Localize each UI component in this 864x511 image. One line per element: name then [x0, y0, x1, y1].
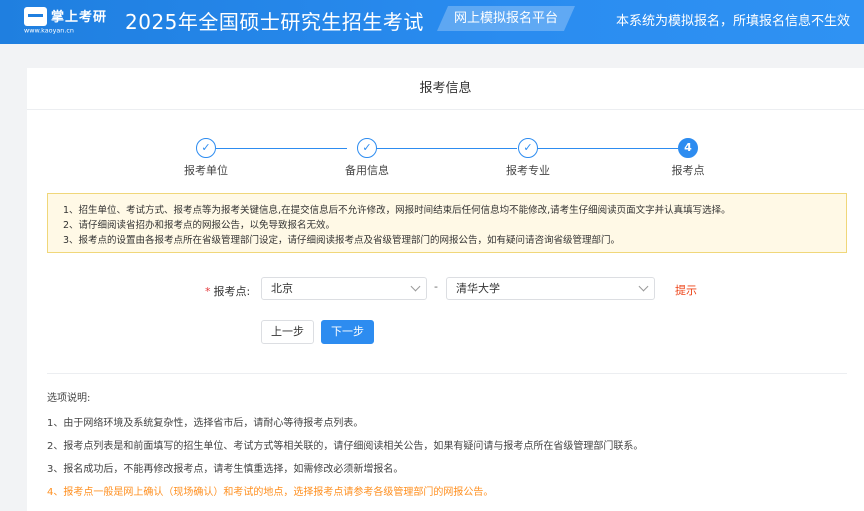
warning-line: 3、报考点的设置由各报考点所在省级管理部门设定，请仔细阅读报考点及省级管理部门的…	[63, 235, 621, 246]
simulation-notice: 本系统为模拟报名，所填报名信息不生效	[615, 14, 850, 29]
instruction-item: 2、报考点列表是和前面填写的招生单位、考试方式等相关联的，请仔细阅读相关公告，如…	[47, 441, 644, 452]
step-connector	[376, 148, 517, 149]
instruction-item: 1、由于网络环境及系统复杂性，选择省市后，请耐心等待报考点列表。	[47, 418, 364, 429]
divider	[47, 373, 847, 374]
logo-name: 掌上考研	[51, 10, 108, 25]
hint-link[interactable]: 提示	[675, 282, 697, 298]
chevron-down-icon	[638, 281, 649, 292]
warning-notice-box: 1、招生单位、考试方式、报考点等为报考关键信息,在提交信息后不允许修改，网报时间…	[47, 193, 847, 253]
step-3-check-icon: ✓	[518, 138, 538, 158]
instruction-item: 3、报名成功后，不能再修改报考点，请考生慎重选择，如需修改必须新增报名。	[47, 464, 404, 475]
exam-site-select-value: 清华大学	[456, 282, 500, 295]
step-label-major: 报考专业	[506, 164, 550, 177]
step-label-exam-site: 报考点	[671, 164, 705, 177]
site-title: 2025年全国硕士研究生招生考试	[125, 10, 424, 34]
exam-site-select[interactable]: 清华大学	[446, 277, 655, 300]
province-select[interactable]: 北京	[261, 277, 427, 300]
required-mark: *	[205, 285, 211, 298]
step-label-backup: 备用信息	[345, 164, 389, 177]
card-title: 报考信息	[27, 68, 864, 110]
instructions-title: 选项说明:	[47, 393, 91, 404]
previous-step-button[interactable]: 上一步	[261, 320, 314, 344]
platform-tag: 网上模拟报名平台	[437, 6, 575, 31]
book-icon	[24, 7, 47, 26]
province-select-value: 北京	[271, 282, 293, 295]
chevron-down-icon	[410, 281, 421, 292]
step-2-check-icon: ✓	[357, 138, 377, 158]
registration-card: 报考信息 ✓ ✓ ✓ 4 报考单位 备用信息 报考专业 报考点 1、招生单位、考…	[27, 68, 864, 511]
select-separator: -	[434, 280, 438, 293]
step-label-unit: 报考单位	[184, 164, 228, 177]
top-header: 掌上考研 www.kaoyan.cn 2025年全国硕士研究生招生考试 网上模拟…	[0, 0, 864, 44]
exam-site-label-text: 报考点:	[213, 285, 251, 298]
next-step-button[interactable]: 下一步	[321, 320, 374, 344]
logo[interactable]: 掌上考研 www.kaoyan.cn	[24, 7, 108, 39]
logo-url: www.kaoyan.cn	[24, 27, 74, 35]
step-connector	[216, 148, 347, 149]
step-connector	[537, 148, 678, 149]
step-4-number: 4	[678, 138, 698, 158]
step-1-check-icon: ✓	[196, 138, 216, 158]
exam-site-label: * 报考点:	[205, 283, 250, 299]
instruction-item-highlight: 4、报考点一般是网上确认（现场确认）和考试的地点，选择报考点请参考各级管理部门的…	[47, 487, 494, 498]
warning-line: 2、请仔细阅读省招办和报考点的网报公告，以免导致报名无效。	[63, 220, 336, 231]
warning-line: 1、招生单位、考试方式、报考点等为报考关键信息,在提交信息后不允许修改，网报时间…	[63, 205, 731, 216]
